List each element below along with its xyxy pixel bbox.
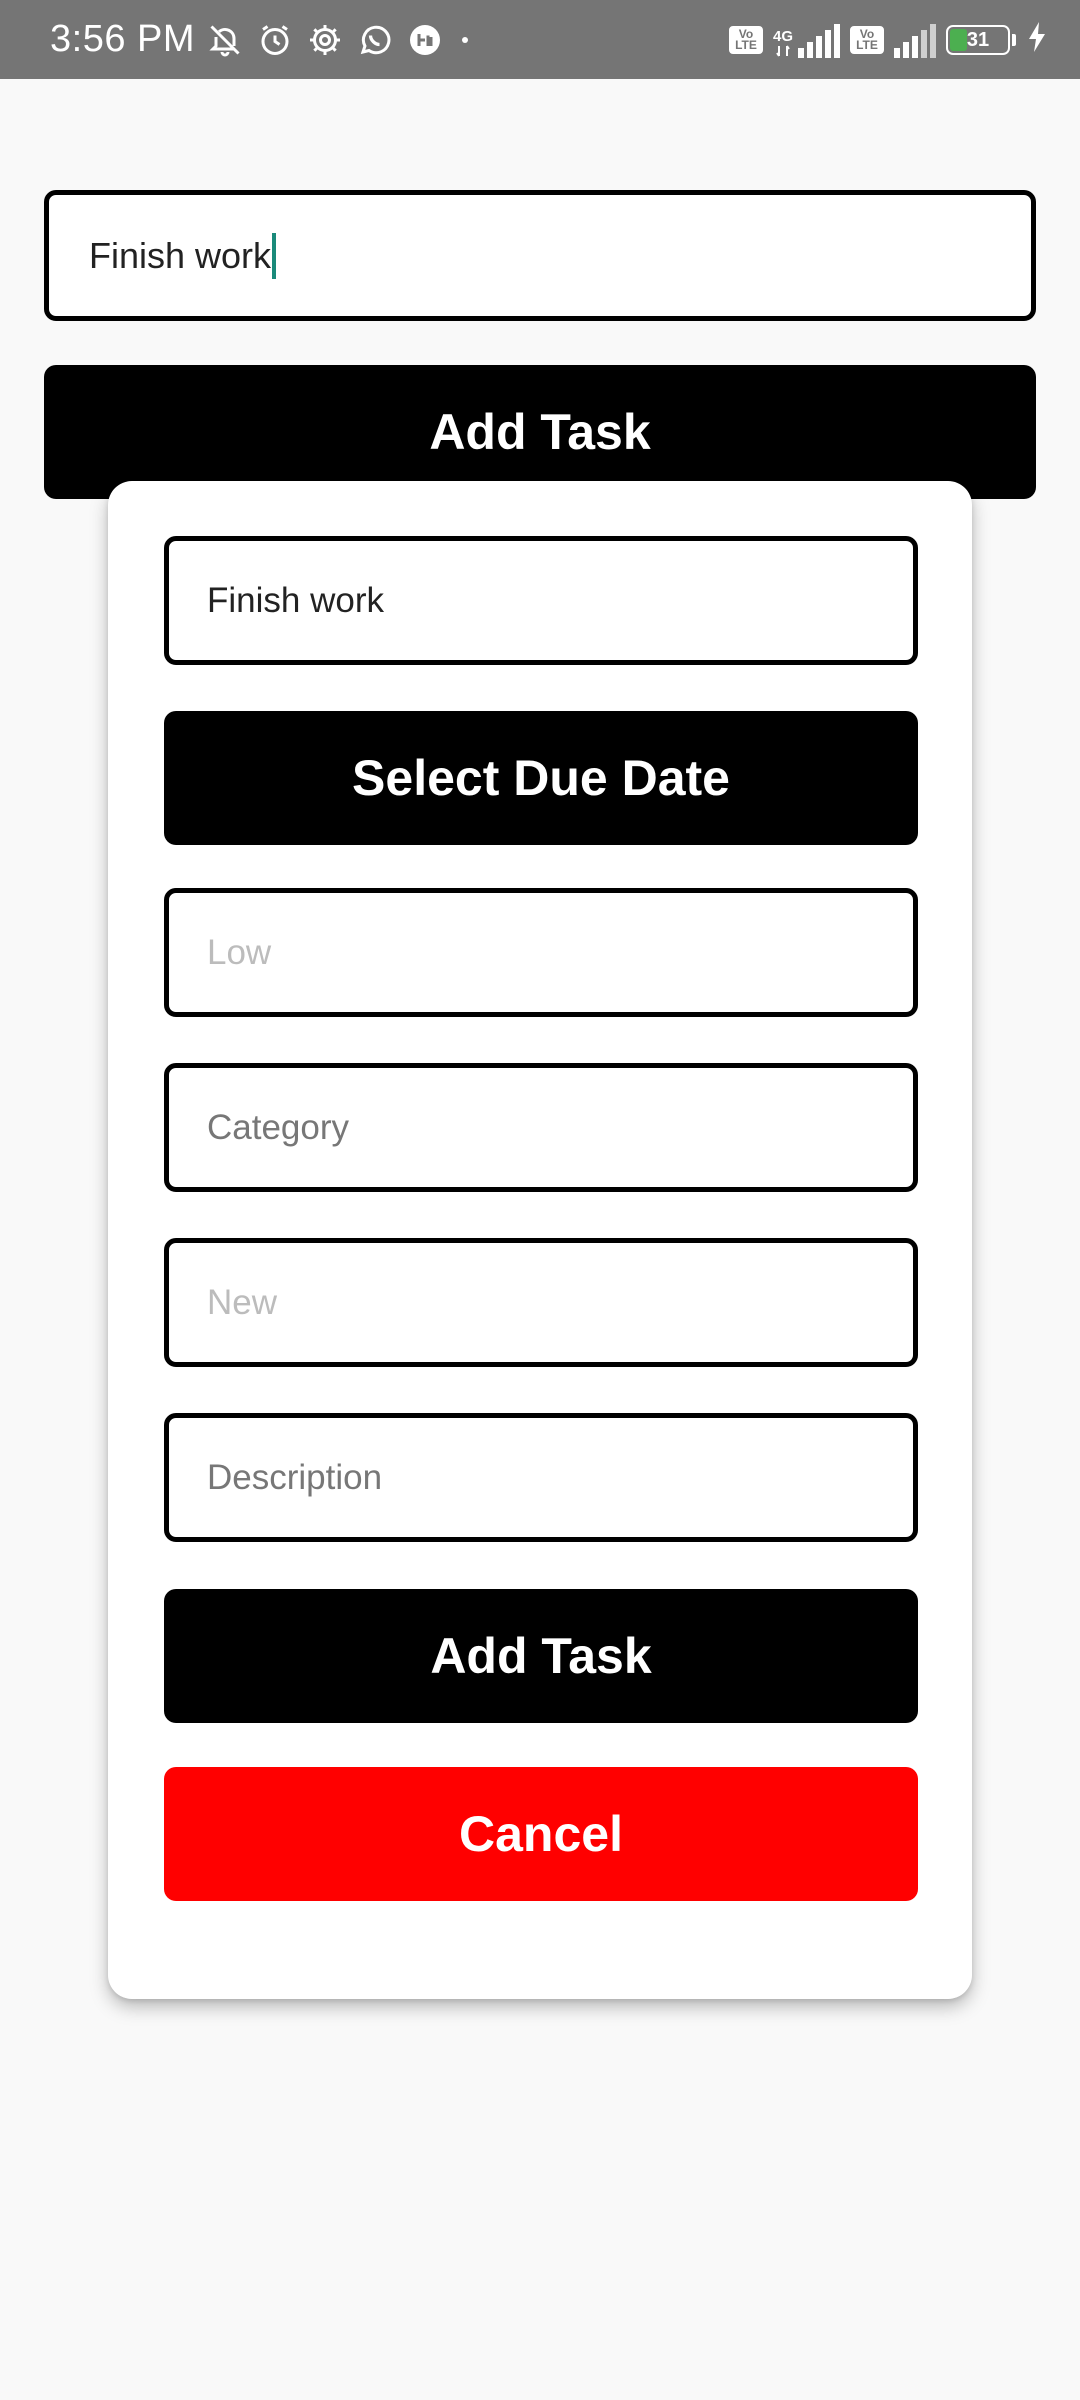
text-cursor [272,232,277,279]
signal-icon-sim2 [894,22,936,58]
cancel-button-label: Cancel [459,1806,623,1862]
notification-icons [207,22,473,58]
description-field[interactable]: Description [164,1413,918,1542]
task-name-field[interactable]: Finish work [164,536,918,665]
priority-placeholder: Low [207,932,272,972]
cancel-button[interactable]: Cancel [164,1767,918,1901]
volte-icon-sim2: Vo LTE [850,25,884,54]
mute-bell-icon [207,22,243,58]
description-placeholder: Description [207,1457,383,1497]
status-placeholder: New [207,1282,278,1322]
settings-gear-icon [307,22,343,58]
dialog-add-task-button[interactable]: Add Task [164,1589,918,1723]
charging-bolt-icon [1026,20,1048,59]
network-type-label: 4G [772,27,793,45]
whatsapp-icon [357,22,393,58]
task-name-value: Finish work [207,580,384,620]
status-bar: 3:56 PM Vo LTE 4G Vo LTE 31 [0,0,1080,79]
add-task-dialog: Finish work Select Due Date Low Category… [108,481,972,1999]
system-icons: Vo LTE 4G Vo LTE 31 [728,20,1048,59]
alarm-icon [257,22,293,58]
add-task-button-label: Add Task [429,404,651,460]
select-due-date-button[interactable]: Select Due Date [164,711,918,845]
category-field[interactable]: Category [164,1063,918,1192]
battery-icon: 31 [946,24,1016,55]
task-input[interactable]: Finish work [44,190,1036,321]
priority-field[interactable]: Low [164,888,918,1017]
select-due-date-label: Select Due Date [352,750,730,806]
status-field[interactable]: New [164,1238,918,1367]
add-task-button[interactable]: Add Task [44,365,1036,499]
volte-icon: Vo LTE [728,25,763,54]
task-input-value: Finish work [89,234,272,276]
battery-level: 31 [966,28,990,51]
signal-icon-sim1: 4G [773,22,840,58]
status-time: 3:56 PM [50,18,196,60]
app-notification-icon [407,22,443,58]
dot-icon [457,22,473,58]
category-placeholder: Category [207,1107,350,1147]
dialog-add-task-label: Add Task [430,1628,652,1684]
